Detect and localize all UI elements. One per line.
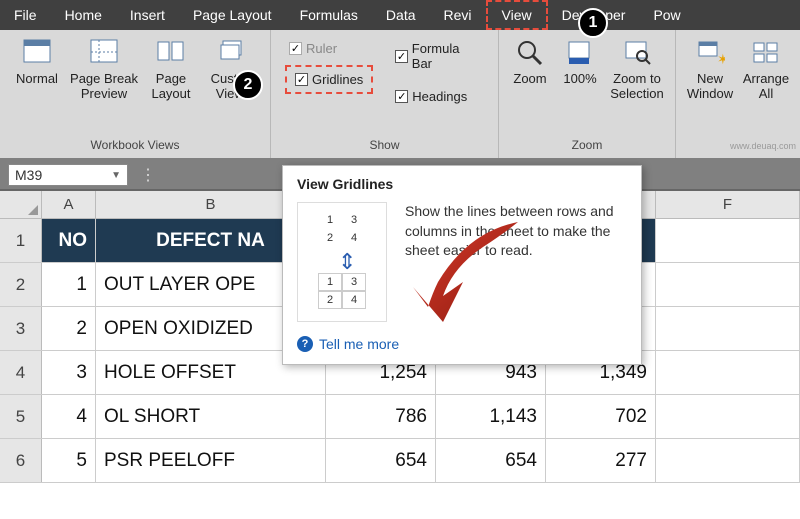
checkbox-icon: ✓ — [395, 90, 408, 103]
tab-page-layout[interactable]: Page Layout — [179, 0, 286, 30]
ruler-checkbox: ✓ Ruler — [285, 38, 373, 59]
headings-checkbox[interactable]: ✓ Headings — [391, 86, 484, 107]
cell[interactable]: 4 — [42, 395, 96, 438]
cell[interactable]: 702 — [546, 395, 656, 438]
tab-formulas[interactable]: Formulas — [286, 0, 372, 30]
zoom-selection-button[interactable]: Zoom to Selection — [605, 34, 669, 102]
name-box[interactable]: M39 ▼ — [8, 164, 128, 186]
cell[interactable]: 654 — [326, 439, 436, 482]
zoom-button[interactable]: Zoom — [505, 34, 555, 87]
checkbox-icon: ✓ — [395, 50, 407, 63]
group-zoom: Zoom 100% Zoom to Selection Zoom — [499, 30, 676, 158]
group-window: ✶ New Window Arrange All — [676, 30, 800, 158]
tab-power[interactable]: Pow — [639, 0, 694, 30]
new-window-button[interactable]: ✶ New Window — [682, 34, 738, 102]
step-badge-2: 2 — [233, 70, 263, 100]
normal-icon — [20, 36, 54, 70]
page-break-icon — [87, 36, 121, 70]
cell[interactable]: 277 — [546, 439, 656, 482]
ribbon-tabs: File Home Insert Page Layout Formulas Da… — [0, 0, 800, 30]
double-arrow-icon: ⇕ — [338, 249, 356, 275]
zoom-selection-icon — [620, 36, 654, 70]
group-workbook-views: Normal Page Break Preview Page Layout Cu… — [0, 30, 271, 158]
group-label-workbook-views: Workbook Views — [91, 136, 180, 156]
row-header[interactable]: 3 — [0, 307, 42, 350]
watermark: www.deuaq.com — [730, 141, 796, 151]
select-all-corner[interactable] — [0, 191, 42, 218]
row-header[interactable]: 2 — [0, 263, 42, 306]
zoom-icon — [513, 36, 547, 70]
tooltip-text: Show the lines between rows and columns … — [405, 202, 627, 322]
cell[interactable]: PSR PEELOFF — [96, 439, 326, 482]
col-header-a[interactable]: A — [42, 191, 96, 218]
tooltip-title: View Gridlines — [297, 176, 627, 192]
cell[interactable]: 1,143 — [436, 395, 546, 438]
formula-bar-checkbox[interactable]: ✓ Formula Bar — [391, 38, 484, 74]
cell[interactable]: 786 — [326, 395, 436, 438]
custom-views-icon — [216, 36, 250, 70]
tooltip-illustration: 13 24 ⇕ 13 24 — [297, 202, 387, 322]
cell[interactable]: 2 — [42, 307, 96, 350]
step-badge-1: 1 — [578, 8, 608, 38]
row-header[interactable]: 5 — [0, 395, 42, 438]
cell[interactable]: 654 — [436, 439, 546, 482]
zoom-100-icon — [563, 36, 597, 70]
tab-home[interactable]: Home — [51, 0, 116, 30]
arrange-all-button[interactable]: Arrange All — [738, 34, 794, 102]
row-header[interactable]: 6 — [0, 439, 42, 482]
page-layout-icon — [154, 36, 188, 70]
divider-icon: ⋮ — [140, 165, 156, 185]
header-cell-no[interactable]: NO — [42, 219, 96, 262]
fx-buttons: ⋮ — [134, 165, 156, 185]
cell[interactable]: OL SHORT — [96, 395, 326, 438]
checkbox-icon: ✓ — [289, 42, 302, 55]
group-label-zoom: Zoom — [572, 136, 603, 156]
arrange-icon — [749, 36, 783, 70]
normal-button[interactable]: Normal — [6, 34, 68, 87]
tab-insert[interactable]: Insert — [116, 0, 179, 30]
group-label-show: Show — [369, 136, 399, 156]
zoom-100-button[interactable]: 100% — [555, 34, 605, 87]
tab-file[interactable]: File — [0, 0, 51, 30]
row-header[interactable]: 1 — [0, 219, 42, 262]
tell-me-more-link[interactable]: ? Tell me more — [297, 336, 627, 352]
cell[interactable]: 3 — [42, 351, 96, 394]
ribbon: Normal Page Break Preview Page Layout Cu… — [0, 30, 800, 161]
col-header-f[interactable]: F — [656, 191, 800, 218]
tab-data[interactable]: Data — [372, 0, 430, 30]
chevron-down-icon[interactable]: ▼ — [111, 170, 121, 181]
page-layout-button[interactable]: Page Layout — [140, 34, 202, 102]
help-icon: ? — [297, 336, 313, 352]
gridlines-checkbox[interactable]: ✓ Gridlines — [291, 69, 367, 90]
cell[interactable]: 5 — [42, 439, 96, 482]
cell[interactable]: 1 — [42, 263, 96, 306]
page-break-preview-button[interactable]: Page Break Preview — [68, 34, 140, 102]
group-show: ✓ Ruler ✓ Gridlines ✓ Formula Bar ✓ — [271, 30, 499, 158]
svg-text:✶: ✶ — [717, 51, 725, 67]
gridlines-tooltip: View Gridlines 13 24 ⇕ 13 24 Show the li… — [282, 165, 642, 365]
tab-view[interactable]: View — [486, 0, 548, 30]
row-header[interactable]: 4 — [0, 351, 42, 394]
tab-review[interactable]: Revi — [430, 0, 486, 30]
checkbox-icon: ✓ — [295, 73, 308, 86]
new-window-icon: ✶ — [693, 36, 727, 70]
